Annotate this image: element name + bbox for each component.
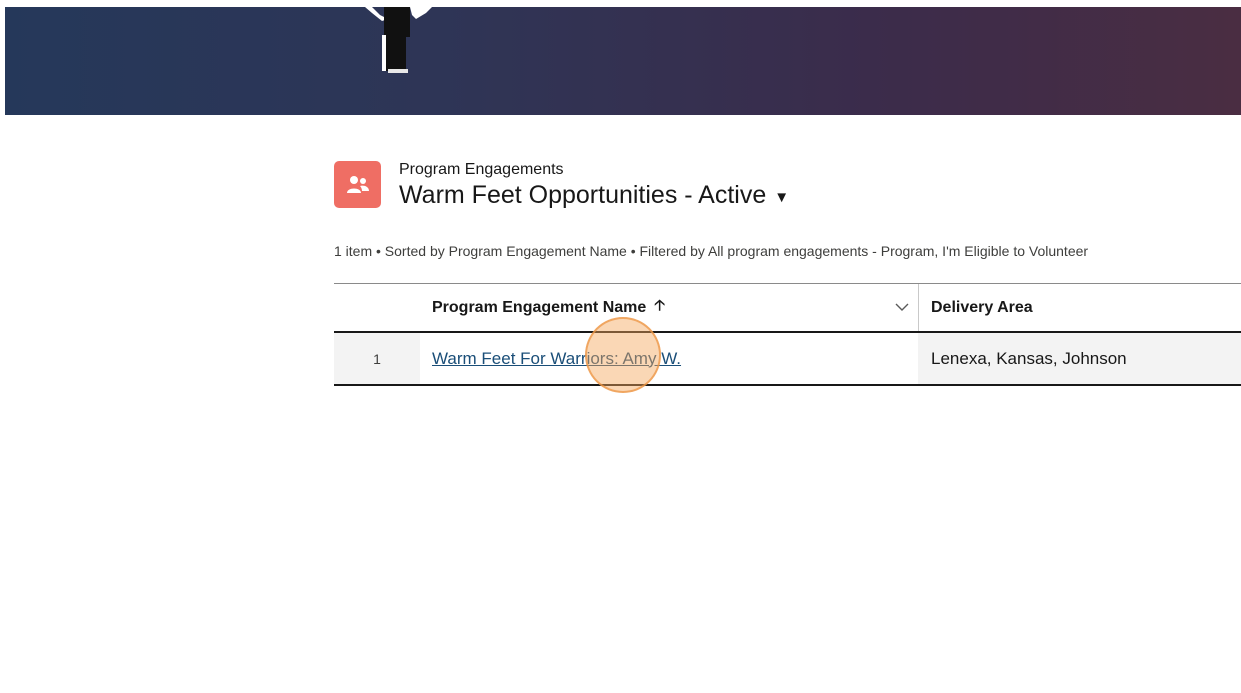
people-icon	[346, 175, 369, 193]
banner-figure-image	[365, 7, 432, 73]
column-header-program-engagement-name[interactable]: Program Engagement Name 🡡	[420, 284, 918, 331]
list-view-selector[interactable]: Warm Feet Opportunities - Active ▼	[399, 181, 789, 210]
row-number-header	[334, 284, 420, 331]
program-engagement-name-cell: Warm Feet For Warriors: Amy W.	[420, 333, 918, 384]
table-header: Program Engagement Name 🡡 Delivery Area	[334, 284, 1241, 333]
caret-down-icon[interactable]: ▼	[774, 190, 789, 205]
table-row: 1 Warm Feet For Warriors: Amy W. Lenexa,…	[334, 333, 1241, 384]
delivery-area-cell: Lenexa, Kansas, Johnson	[918, 333, 1241, 384]
list-view-title: Warm Feet Opportunities - Active	[399, 181, 767, 209]
program-engagements-object-icon	[334, 161, 381, 208]
chevron-down-icon[interactable]	[886, 284, 918, 331]
object-label: Program Engagements	[399, 161, 564, 178]
program-engagement-link[interactable]: Warm Feet For Warriors: Amy W.	[432, 349, 681, 369]
column-header-label: Delivery Area	[931, 298, 1033, 316]
column-header-label: Program Engagement Name	[432, 298, 647, 316]
row-number: 1	[334, 333, 420, 384]
list-view-table: Program Engagement Name 🡡 Delivery Area …	[334, 283, 1241, 386]
header-banner	[5, 7, 1241, 115]
list-view-meta: 1 item • Sorted by Program Engagement Na…	[334, 243, 1089, 259]
window-frame-top	[0, 0, 1241, 7]
arrow-up-icon: 🡡	[654, 297, 666, 314]
column-header-delivery-area[interactable]: Delivery Area	[919, 284, 1241, 331]
